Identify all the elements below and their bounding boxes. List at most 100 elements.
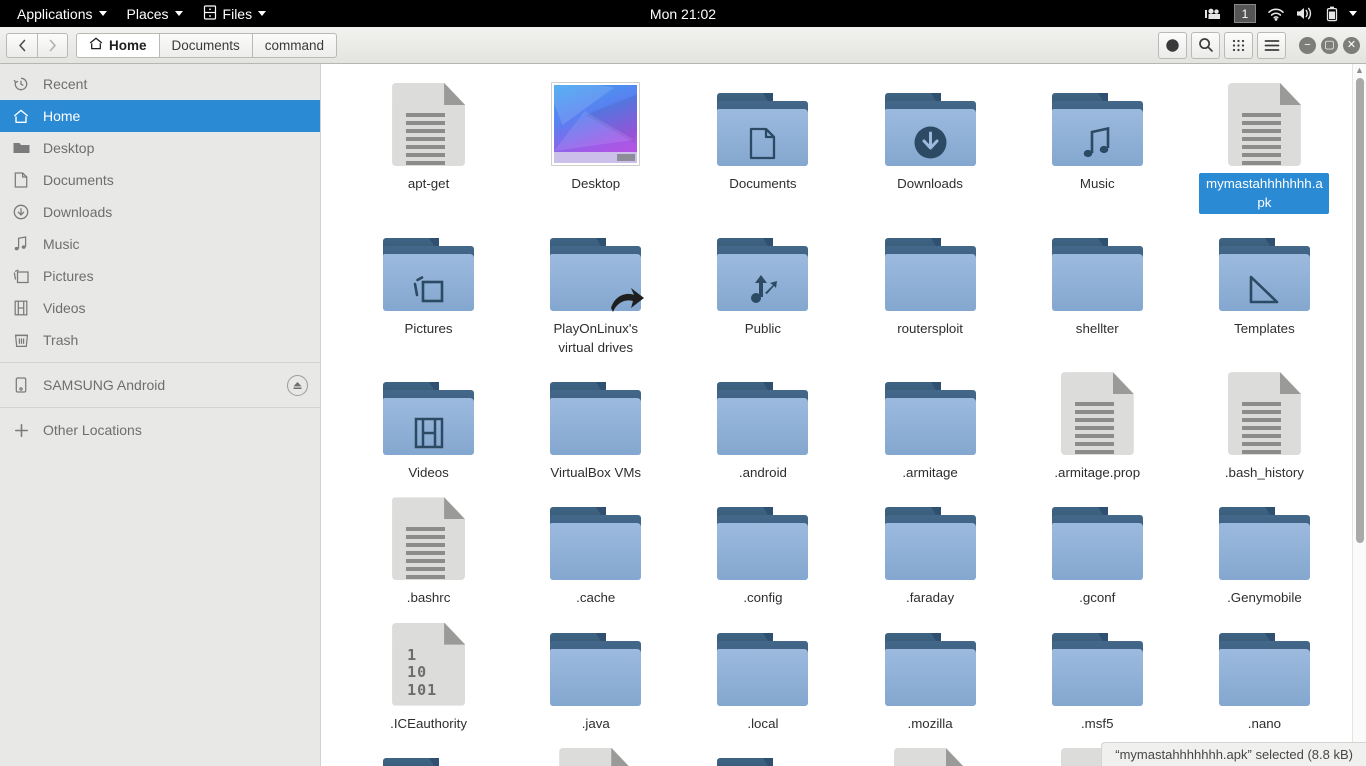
file-item[interactable] xyxy=(345,743,512,766)
volume-icon[interactable] xyxy=(1296,6,1315,21)
sidebar-item-music[interactable]: Music xyxy=(0,228,320,260)
window-headerbar: Home Documents command − ▢ ✕ xyxy=(0,27,1366,64)
grid-view-icon[interactable] xyxy=(1224,31,1253,59)
download-icon xyxy=(12,204,30,220)
file-label: Music xyxy=(1079,176,1115,191)
places-menu[interactable]: Places xyxy=(118,3,192,25)
file-item[interactable]: Templates xyxy=(1181,223,1348,359)
folder-icon xyxy=(884,620,976,706)
main-content: Recent Home Desktop Documents Downloads … xyxy=(0,64,1366,766)
sidebar-item-videos[interactable]: Videos xyxy=(0,292,320,324)
file-item[interactable]: .gconf xyxy=(1014,492,1181,608)
maximize-button[interactable]: ▢ xyxy=(1321,36,1338,54)
file-label: shellter xyxy=(1075,320,1119,336)
file-item[interactable]: .nano xyxy=(1181,618,1348,734)
file-item[interactable]: Pictures xyxy=(345,223,512,359)
file-item[interactable]: Desktop xyxy=(512,78,679,214)
document-file-icon xyxy=(392,80,466,166)
file-item[interactable]: .bashrc xyxy=(345,492,512,608)
breadcrumb-label: Documents xyxy=(171,37,240,53)
sidebar-item-desktop[interactable]: Desktop xyxy=(0,132,320,164)
file-item[interactable]: .armitage.prop xyxy=(1014,367,1181,483)
picture-emblem xyxy=(383,273,474,305)
file-item[interactable]: .android xyxy=(679,367,846,483)
eject-icon[interactable] xyxy=(287,374,308,396)
camera-icon[interactable] xyxy=(1204,7,1223,21)
sidebar-item-label: Music xyxy=(43,236,80,252)
file-item[interactable]: Public xyxy=(679,223,846,359)
wifi-icon[interactable] xyxy=(1267,7,1285,21)
file-item[interactable]: .java xyxy=(512,618,679,734)
files-window-menu[interactable]: Files xyxy=(194,2,276,26)
file-item[interactable]: routersploit xyxy=(847,223,1014,359)
breadcrumb-item-home[interactable]: Home xyxy=(76,32,159,58)
breadcrumb-item-command[interactable]: command xyxy=(251,32,338,58)
vertical-scrollbar[interactable]: ▲ xyxy=(1352,64,1366,766)
sidebar-item-trash[interactable]: Trash xyxy=(0,324,320,356)
trash-icon xyxy=(12,332,30,348)
forward-button[interactable] xyxy=(37,32,68,58)
caret-down-icon[interactable] xyxy=(1349,11,1357,16)
document-icon xyxy=(12,172,30,188)
file-item[interactable]: .faraday xyxy=(847,492,1014,608)
file-item[interactable]: VirtualBox VMs xyxy=(512,367,679,483)
file-item[interactable]: .Genymobile xyxy=(1181,492,1348,608)
file-item[interactable]: Music xyxy=(1014,78,1181,214)
search-icon[interactable] xyxy=(1191,31,1220,59)
file-item[interactable]: .config xyxy=(679,492,846,608)
file-item[interactable]: .bash_history xyxy=(1181,367,1348,483)
scrollbar-thumb[interactable] xyxy=(1355,78,1364,543)
sidebar-item-label: Other Locations xyxy=(43,422,142,438)
plus-icon xyxy=(12,423,30,438)
file-item[interactable]: Documents xyxy=(679,78,846,214)
minimize-button[interactable]: − xyxy=(1299,36,1316,54)
folder-icon xyxy=(717,620,809,706)
record-dot-icon[interactable] xyxy=(1158,31,1187,59)
home-icon xyxy=(89,37,103,53)
folder-icon xyxy=(1051,80,1143,166)
file-item[interactable] xyxy=(512,743,679,766)
file-item[interactable]: Videos xyxy=(345,367,512,483)
file-item[interactable] xyxy=(679,743,846,766)
file-grid: apt-get Desktop Documents Downloads Musi… xyxy=(321,64,1366,766)
hamburger-menu-icon[interactable] xyxy=(1257,31,1286,59)
folder-icon xyxy=(550,620,642,706)
file-label: .Genymobile xyxy=(1227,590,1302,606)
file-item[interactable]: .mozilla xyxy=(847,618,1014,734)
file-item[interactable]: 1 10 101 .ICEauthority xyxy=(345,618,512,734)
file-item[interactable]: .local xyxy=(679,618,846,734)
file-label: .cache xyxy=(576,590,616,606)
file-item[interactable]: Downloads xyxy=(847,78,1014,214)
scroll-up-icon[interactable]: ▲ xyxy=(1355,66,1364,75)
file-item[interactable] xyxy=(847,743,1014,766)
sidebar-item-other-locations[interactable]: Other Locations xyxy=(0,414,320,446)
workspace-indicator[interactable]: 1 xyxy=(1234,4,1256,23)
binary-file-icon: 1 10 101 xyxy=(392,620,466,706)
back-button[interactable] xyxy=(6,32,37,58)
file-label: Downloads xyxy=(897,176,963,191)
battery-icon[interactable] xyxy=(1326,6,1338,22)
file-item[interactable]: shellter xyxy=(1014,223,1181,359)
sidebar-item-documents[interactable]: Documents xyxy=(0,164,320,196)
file-item[interactable]: .msf5 xyxy=(1014,618,1181,734)
file-item[interactable]: .cache xyxy=(512,492,679,608)
file-grid-area[interactable]: apt-get Desktop Documents Downloads Musi… xyxy=(321,64,1366,766)
close-button[interactable]: ✕ xyxy=(1343,36,1360,54)
file-item[interactable]: PlayOnLinux's virtual drives xyxy=(512,223,679,359)
file-label: .gconf xyxy=(1079,590,1116,606)
sidebar-item-home[interactable]: Home xyxy=(0,100,320,132)
file-item[interactable]: mymastahhhhhhh.apk xyxy=(1181,78,1348,214)
window-icon xyxy=(203,4,217,23)
file-label: .config xyxy=(743,590,783,606)
applications-menu[interactable]: Applications xyxy=(8,3,116,25)
sidebar-item-downloads[interactable]: Downloads xyxy=(0,196,320,228)
folder-icon xyxy=(383,369,475,456)
sidebar-item-recent[interactable]: Recent xyxy=(0,68,320,100)
sidebar-item-pictures[interactable]: Pictures xyxy=(0,260,320,292)
file-item[interactable]: apt-get xyxy=(345,78,512,214)
file-item[interactable]: .armitage xyxy=(847,367,1014,483)
breadcrumb-item-documents[interactable]: Documents xyxy=(158,32,252,58)
sidebar-item-samsung-android[interactable]: SAMSUNG Android xyxy=(0,369,320,401)
document-file-icon xyxy=(893,745,967,766)
folder-icon xyxy=(383,225,475,311)
